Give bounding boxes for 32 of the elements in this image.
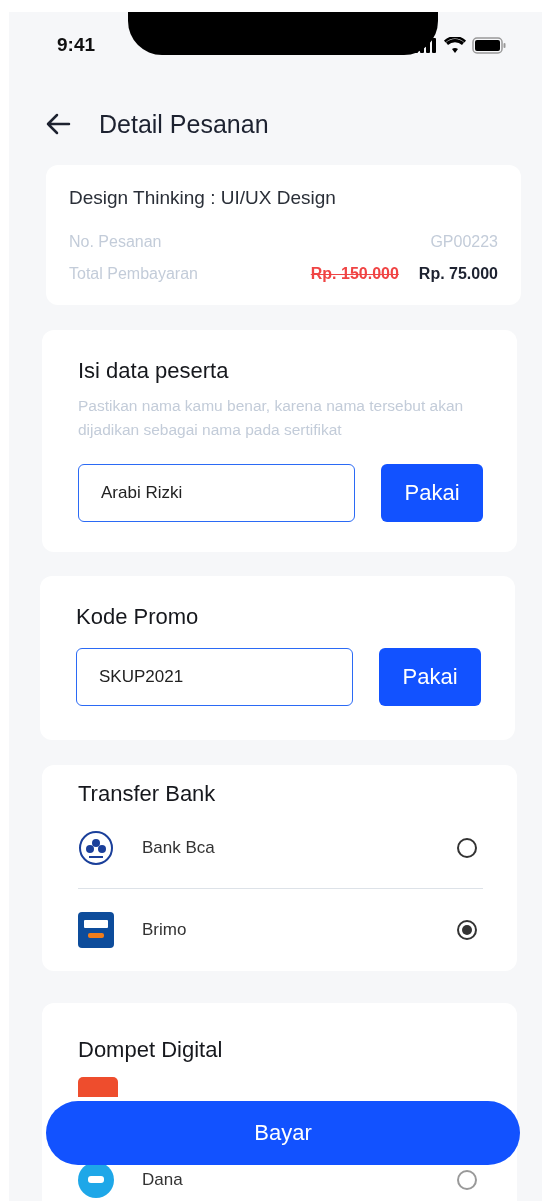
bank-logo-icon [78, 829, 114, 866]
radio-selected[interactable] [457, 920, 477, 940]
name-input-field[interactable]: Arabi Rizki [78, 464, 356, 522]
old-price: Rp. 150.000 [310, 265, 399, 283]
order-label: Total Pembayaran [69, 265, 199, 283]
hint-text: Pastikan nama kamu benar, karena nama tersebut akan dijadikan sebagai nama pada sertifikat [78, 396, 465, 440]
battery-icon [472, 36, 506, 54]
section-title: Dompet Digital [78, 1037, 224, 1063]
course-title: Design Thinking : UI/UX Design [69, 187, 337, 209]
pay-button[interactable]: Bayar [46, 1101, 520, 1165]
promo-input-field[interactable]: SKUP2021 [76, 648, 354, 706]
radio-dot [462, 925, 472, 935]
section-title: Isi data peserta [78, 358, 230, 384]
wallet-logo-icon [78, 1162, 114, 1198]
wallet-logo-icon [78, 1077, 118, 1097]
order-value: GP00223 [430, 233, 498, 251]
apply-button[interactable]: Pakai [381, 464, 483, 522]
apply-button[interactable]: Pakai [379, 648, 481, 706]
section-title: Transfer Bank [78, 781, 217, 807]
order-label: No. Pesanan [69, 233, 163, 251]
back-arrow-icon[interactable] [45, 113, 71, 135]
wallet-name: Dana [142, 1170, 184, 1190]
radio-button[interactable] [457, 1170, 477, 1190]
bank-logo-icon [78, 912, 114, 948]
page-title: Detail Pesanan [99, 109, 269, 139]
wifi-icon [444, 37, 466, 53]
bank-name: Brimo [142, 920, 188, 940]
order-value: Rp. 75.000 [418, 265, 498, 283]
bank-name: Bank Bca [142, 837, 216, 858]
radio-button[interactable] [457, 837, 477, 858]
section-title: Kode Promo [76, 604, 200, 630]
status-time: 9:41 [57, 34, 96, 56]
